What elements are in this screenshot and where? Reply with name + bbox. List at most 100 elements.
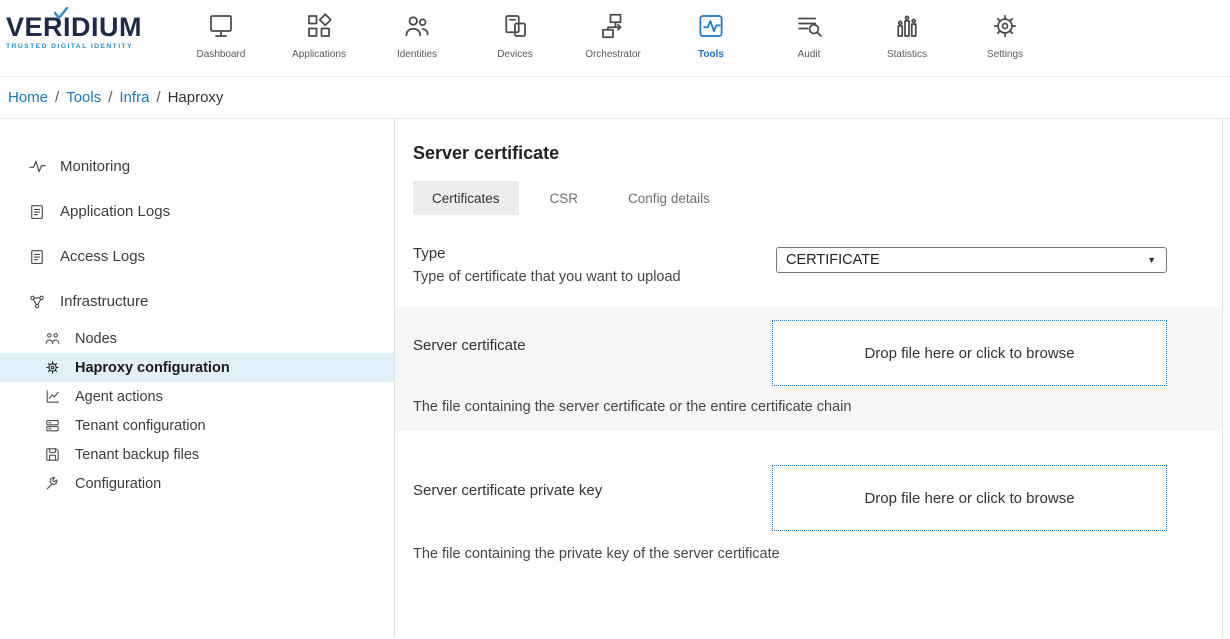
- type-field-label: Type: [413, 245, 681, 262]
- agent-actions-chart-icon: [42, 387, 62, 407]
- nav-label: Audit: [798, 49, 821, 60]
- sidebar-item-label: Agent actions: [75, 389, 163, 405]
- sidebar-item-infrastructure[interactable]: Infrastructure: [0, 279, 394, 324]
- application-logs-icon: [27, 202, 47, 222]
- page-body: Monitoring Application Logs Access Logs …: [0, 119, 1230, 638]
- nav-item-settings[interactable]: Settings: [956, 8, 1054, 60]
- settings-icon: [990, 8, 1020, 44]
- breadcrumb-separator: /: [156, 89, 160, 106]
- sidebar: Monitoring Application Logs Access Logs …: [0, 119, 395, 638]
- sidebar-item-label: Tenant configuration: [75, 418, 206, 434]
- dashboard-icon: [206, 8, 236, 44]
- server-certificate-dropzone[interactable]: Drop file here or click to browse: [772, 320, 1167, 386]
- sidebar-item-label: Infrastructure: [60, 293, 148, 310]
- brand-tagline: TRUSTED DIGITAL IDENTITY: [6, 43, 160, 50]
- sidebar-item-label: Nodes: [75, 331, 117, 347]
- breadcrumb-home[interactable]: Home: [8, 89, 48, 106]
- tab-csr[interactable]: CSR: [531, 181, 598, 215]
- nav-label: Dashboard: [197, 49, 246, 60]
- identities-icon: [402, 8, 432, 44]
- sidebar-item-nodes[interactable]: Nodes: [0, 324, 394, 353]
- nav-item-devices[interactable]: Devices: [466, 8, 564, 60]
- nodes-icon: [42, 329, 62, 349]
- nav-item-audit[interactable]: Audit: [760, 8, 858, 60]
- configuration-wrench-icon: [42, 474, 62, 494]
- server-certificate-row: Server certificate Drop file here or cli…: [413, 320, 1167, 386]
- nav-item-applications[interactable]: Applications: [270, 8, 368, 60]
- breadcrumb: Home / Tools / Infra / Haproxy: [0, 77, 1230, 119]
- devices-icon: [500, 8, 530, 44]
- nav-label: Tools: [698, 49, 724, 60]
- nav-item-statistics[interactable]: Statistics: [858, 8, 956, 60]
- chevron-down-icon: ▼: [1147, 255, 1156, 265]
- breadcrumb-tools[interactable]: Tools: [66, 89, 101, 106]
- sidebar-item-configuration[interactable]: Configuration: [0, 469, 394, 498]
- sidebar-item-agent-actions[interactable]: Agent actions: [0, 382, 394, 411]
- server-certificate-label: Server certificate: [413, 320, 526, 386]
- nav-label: Identities: [397, 49, 437, 60]
- brand-name-text: VERIDIUM: [6, 12, 142, 42]
- sidebar-item-label: Application Logs: [60, 203, 170, 220]
- nav-label: Settings: [987, 49, 1023, 60]
- nav-item-orchestrator[interactable]: Orchestrator: [564, 8, 662, 60]
- brand-name: VERIDIUM: [6, 14, 160, 41]
- breadcrumb-separator: /: [55, 89, 59, 106]
- private-key-section: Server certificate private key Drop file…: [395, 453, 1230, 578]
- type-field-row: Type Type of certificate that you want t…: [413, 245, 1167, 285]
- scrollbar[interactable]: [1222, 119, 1230, 638]
- sidebar-item-access-logs[interactable]: Access Logs: [0, 234, 394, 279]
- applications-icon: [304, 8, 334, 44]
- sidebar-item-tenant-configuration[interactable]: Tenant configuration: [0, 411, 394, 440]
- nav-label: Applications: [292, 49, 346, 60]
- select-value: CERTIFICATE: [786, 252, 880, 268]
- private-key-help: The file containing the private key of t…: [413, 546, 1167, 562]
- tab-config-details[interactable]: Config details: [609, 181, 729, 215]
- sidebar-item-label: Configuration: [75, 476, 161, 492]
- sidebar-item-label: Tenant backup files: [75, 447, 199, 463]
- certificate-type-select[interactable]: CERTIFICATE ▼: [776, 247, 1167, 273]
- dropzone-text: Drop file here or click to browse: [864, 490, 1074, 507]
- private-key-dropzone[interactable]: Drop file here or click to browse: [772, 465, 1167, 531]
- nav-item-dashboard[interactable]: Dashboard: [172, 8, 270, 60]
- veridium-logo: VERIDIUM TRUSTED DIGITAL IDENTITY: [0, 0, 160, 50]
- sidebar-item-label: Monitoring: [60, 158, 130, 175]
- server-certificate-help: The file containing the server certifica…: [413, 399, 1167, 415]
- private-key-label: Server certificate private key: [413, 465, 602, 531]
- page-title: Server certificate: [413, 143, 1167, 164]
- nav-label: Orchestrator: [585, 49, 641, 60]
- infrastructure-icon: [27, 292, 47, 312]
- type-field-text: Type Type of certificate that you want t…: [413, 245, 681, 285]
- haproxy-gear-icon: [42, 358, 62, 378]
- tools-icon: [696, 8, 726, 44]
- sidebar-item-label: Access Logs: [60, 248, 145, 265]
- dropzone-text: Drop file here or click to browse: [864, 345, 1074, 362]
- tenant-backup-save-icon: [42, 445, 62, 465]
- nav-item-identities[interactable]: Identities: [368, 8, 466, 60]
- sidebar-item-haproxy-configuration[interactable]: Haproxy configuration: [0, 353, 394, 382]
- top-bar: VERIDIUM TRUSTED DIGITAL IDENTITY Dashbo…: [0, 0, 1230, 77]
- orchestrator-icon: [598, 8, 628, 44]
- private-key-row: Server certificate private key Drop file…: [413, 465, 1167, 531]
- sidebar-item-monitoring[interactable]: Monitoring: [0, 144, 394, 189]
- statistics-icon: [892, 8, 922, 44]
- monitoring-pulse-icon: [27, 157, 47, 177]
- nav-label: Devices: [497, 49, 533, 60]
- nav-label: Statistics: [887, 49, 927, 60]
- breadcrumb-infra[interactable]: Infra: [119, 89, 149, 106]
- breadcrumb-separator: /: [108, 89, 112, 106]
- audit-icon: [794, 8, 824, 44]
- breadcrumb-current-haproxy: Haproxy: [168, 89, 224, 106]
- access-logs-icon: [27, 247, 47, 267]
- sidebar-item-application-logs[interactable]: Application Logs: [0, 189, 394, 234]
- server-certificate-section: Server certificate Drop file here or cli…: [395, 307, 1230, 431]
- brand-check-icon: [54, 7, 68, 19]
- type-field-help: Type of certificate that you want to upl…: [413, 269, 681, 285]
- tab-certificates[interactable]: Certificates: [413, 181, 519, 215]
- tab-bar: Certificates CSR Config details: [413, 181, 1167, 215]
- nav-item-tools[interactable]: Tools: [662, 8, 760, 60]
- top-navigation: Dashboard Applications Identities Device…: [172, 0, 1054, 60]
- sidebar-item-label: Haproxy configuration: [75, 360, 230, 376]
- sidebar-item-tenant-backup-files[interactable]: Tenant backup files: [0, 440, 394, 469]
- main-content: Server certificate Certificates CSR Conf…: [395, 119, 1230, 638]
- tenant-config-server-icon: [42, 416, 62, 436]
